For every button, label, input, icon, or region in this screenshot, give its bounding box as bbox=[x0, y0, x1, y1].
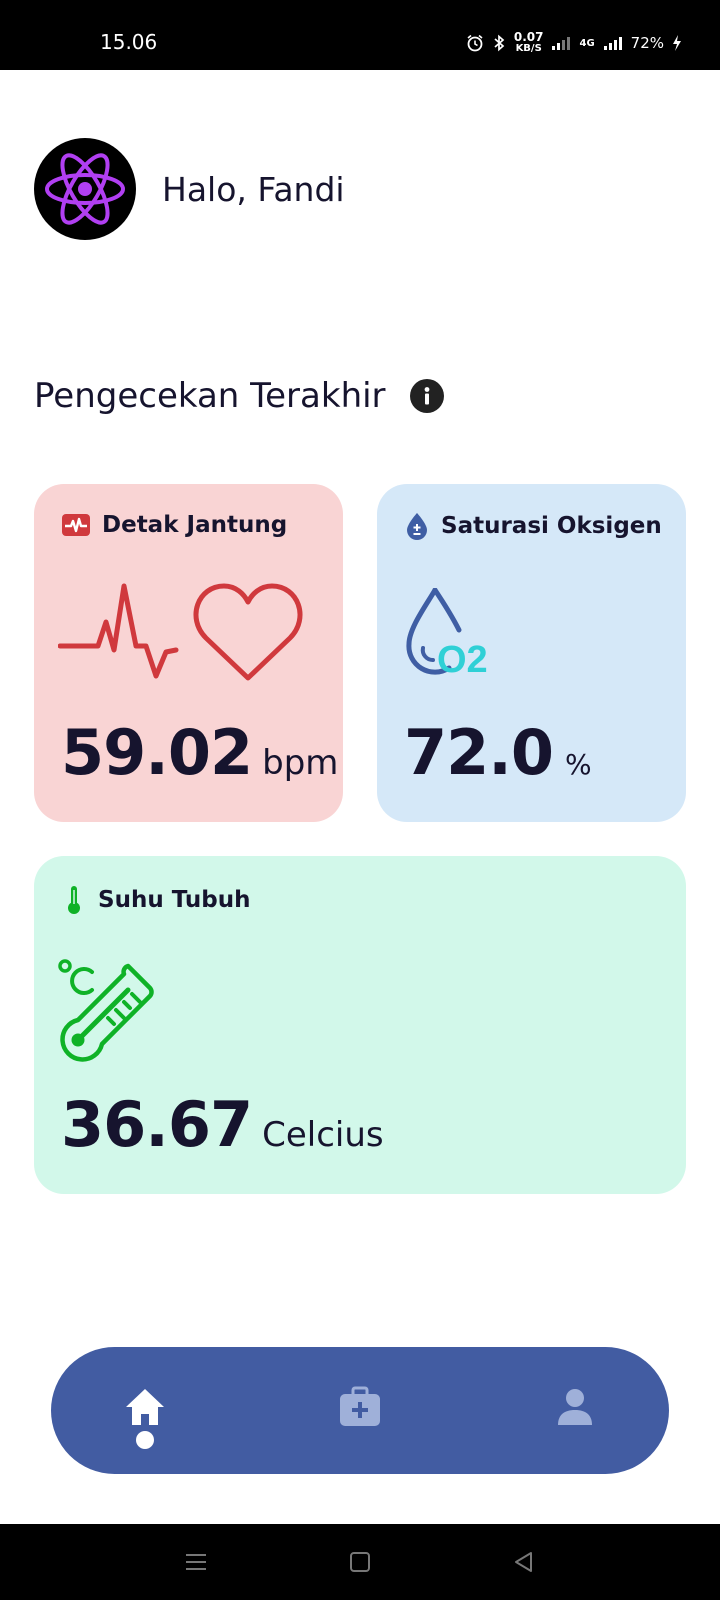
temperature-card-header: Suhu Tubuh bbox=[61, 884, 250, 916]
medical-kit-icon bbox=[340, 1386, 380, 1426]
oxygen-label: Saturasi Oksigen bbox=[441, 513, 662, 539]
oxygen-value: 72.0 bbox=[404, 716, 554, 789]
temperature-label: Suhu Tubuh bbox=[98, 887, 251, 913]
signal-weak-icon bbox=[552, 37, 571, 50]
thermometer-illustration-icon bbox=[58, 959, 154, 1062]
network-type: 4G bbox=[579, 37, 595, 49]
nav-active-indicator bbox=[136, 1431, 154, 1449]
oxygen-reading: 72.0 % bbox=[404, 716, 592, 789]
info-icon[interactable] bbox=[409, 379, 444, 413]
alarm-icon bbox=[467, 34, 483, 52]
charging-icon bbox=[673, 35, 681, 51]
battery-level: 72% bbox=[630, 34, 664, 52]
network-speed-value: 0.07 bbox=[513, 30, 544, 44]
bluetooth-icon bbox=[494, 34, 505, 52]
heart-rate-reading: 59.02 bpm bbox=[61, 716, 338, 789]
signal-strong-icon bbox=[603, 37, 622, 50]
greeting-text: Halo, Fandi bbox=[162, 169, 345, 209]
react-atom-icon bbox=[45, 153, 125, 225]
heart-rate-label: Detak Jantung bbox=[102, 512, 288, 538]
network-speed: 0.07 KB/S bbox=[513, 30, 544, 54]
system-nav-bar bbox=[0, 1524, 720, 1600]
heart-rate-value: 59.02 bbox=[61, 716, 253, 789]
heart-rate-card[interactable]: Detak Jantung 59.02 bpm bbox=[34, 484, 343, 822]
nav-profile[interactable] bbox=[545, 1377, 605, 1437]
temperature-card[interactable]: Suhu Tubuh 36.67 Celcius bbox=[34, 856, 686, 1194]
network-speed-unit: KB/S bbox=[515, 43, 542, 54]
avatar[interactable] bbox=[34, 138, 136, 240]
svg-text:O2: O2 bbox=[437, 639, 488, 680]
back-icon[interactable] bbox=[511, 1550, 537, 1574]
temperature-reading: 36.67 Celcius bbox=[61, 1088, 384, 1161]
thermometer-small-icon bbox=[68, 886, 80, 914]
oxygen-drop-illustration-icon: O2 bbox=[406, 588, 488, 680]
status-icons: 0.07 KB/S 4G 72% bbox=[466, 30, 682, 54]
section-header: Pengecekan Terakhir bbox=[34, 376, 444, 416]
nav-home[interactable] bbox=[115, 1377, 175, 1437]
heart-rate-unit: bpm bbox=[262, 743, 339, 783]
heart-rate-card-header: Detak Jantung bbox=[61, 512, 287, 538]
oxygen-unit: % bbox=[564, 748, 592, 781]
home-square-icon[interactable] bbox=[347, 1550, 373, 1574]
bottom-nav bbox=[51, 1347, 669, 1474]
menu-icon[interactable] bbox=[183, 1550, 209, 1574]
status-bar: 15.06 0.07 KB/S 4G 72% bbox=[0, 0, 720, 70]
temperature-unit: Celcius bbox=[262, 1115, 384, 1155]
greeting-header: Halo, Fandi bbox=[34, 138, 345, 240]
heart-pulse-icon bbox=[62, 514, 90, 536]
status-time: 15.06 bbox=[100, 30, 158, 54]
heartbeat-illustration-icon bbox=[58, 583, 303, 681]
oxygen-card-header: Saturasi Oksigen bbox=[404, 512, 662, 540]
oxygen-card[interactable]: Saturasi Oksigen O2 72.0 % bbox=[377, 484, 686, 822]
home-icon bbox=[126, 1389, 164, 1425]
section-title: Pengecekan Terakhir bbox=[34, 376, 386, 416]
blood-drop-icon bbox=[407, 513, 427, 540]
user-icon bbox=[558, 1389, 592, 1425]
nav-medical[interactable] bbox=[330, 1377, 390, 1437]
temperature-value: 36.67 bbox=[61, 1088, 253, 1161]
